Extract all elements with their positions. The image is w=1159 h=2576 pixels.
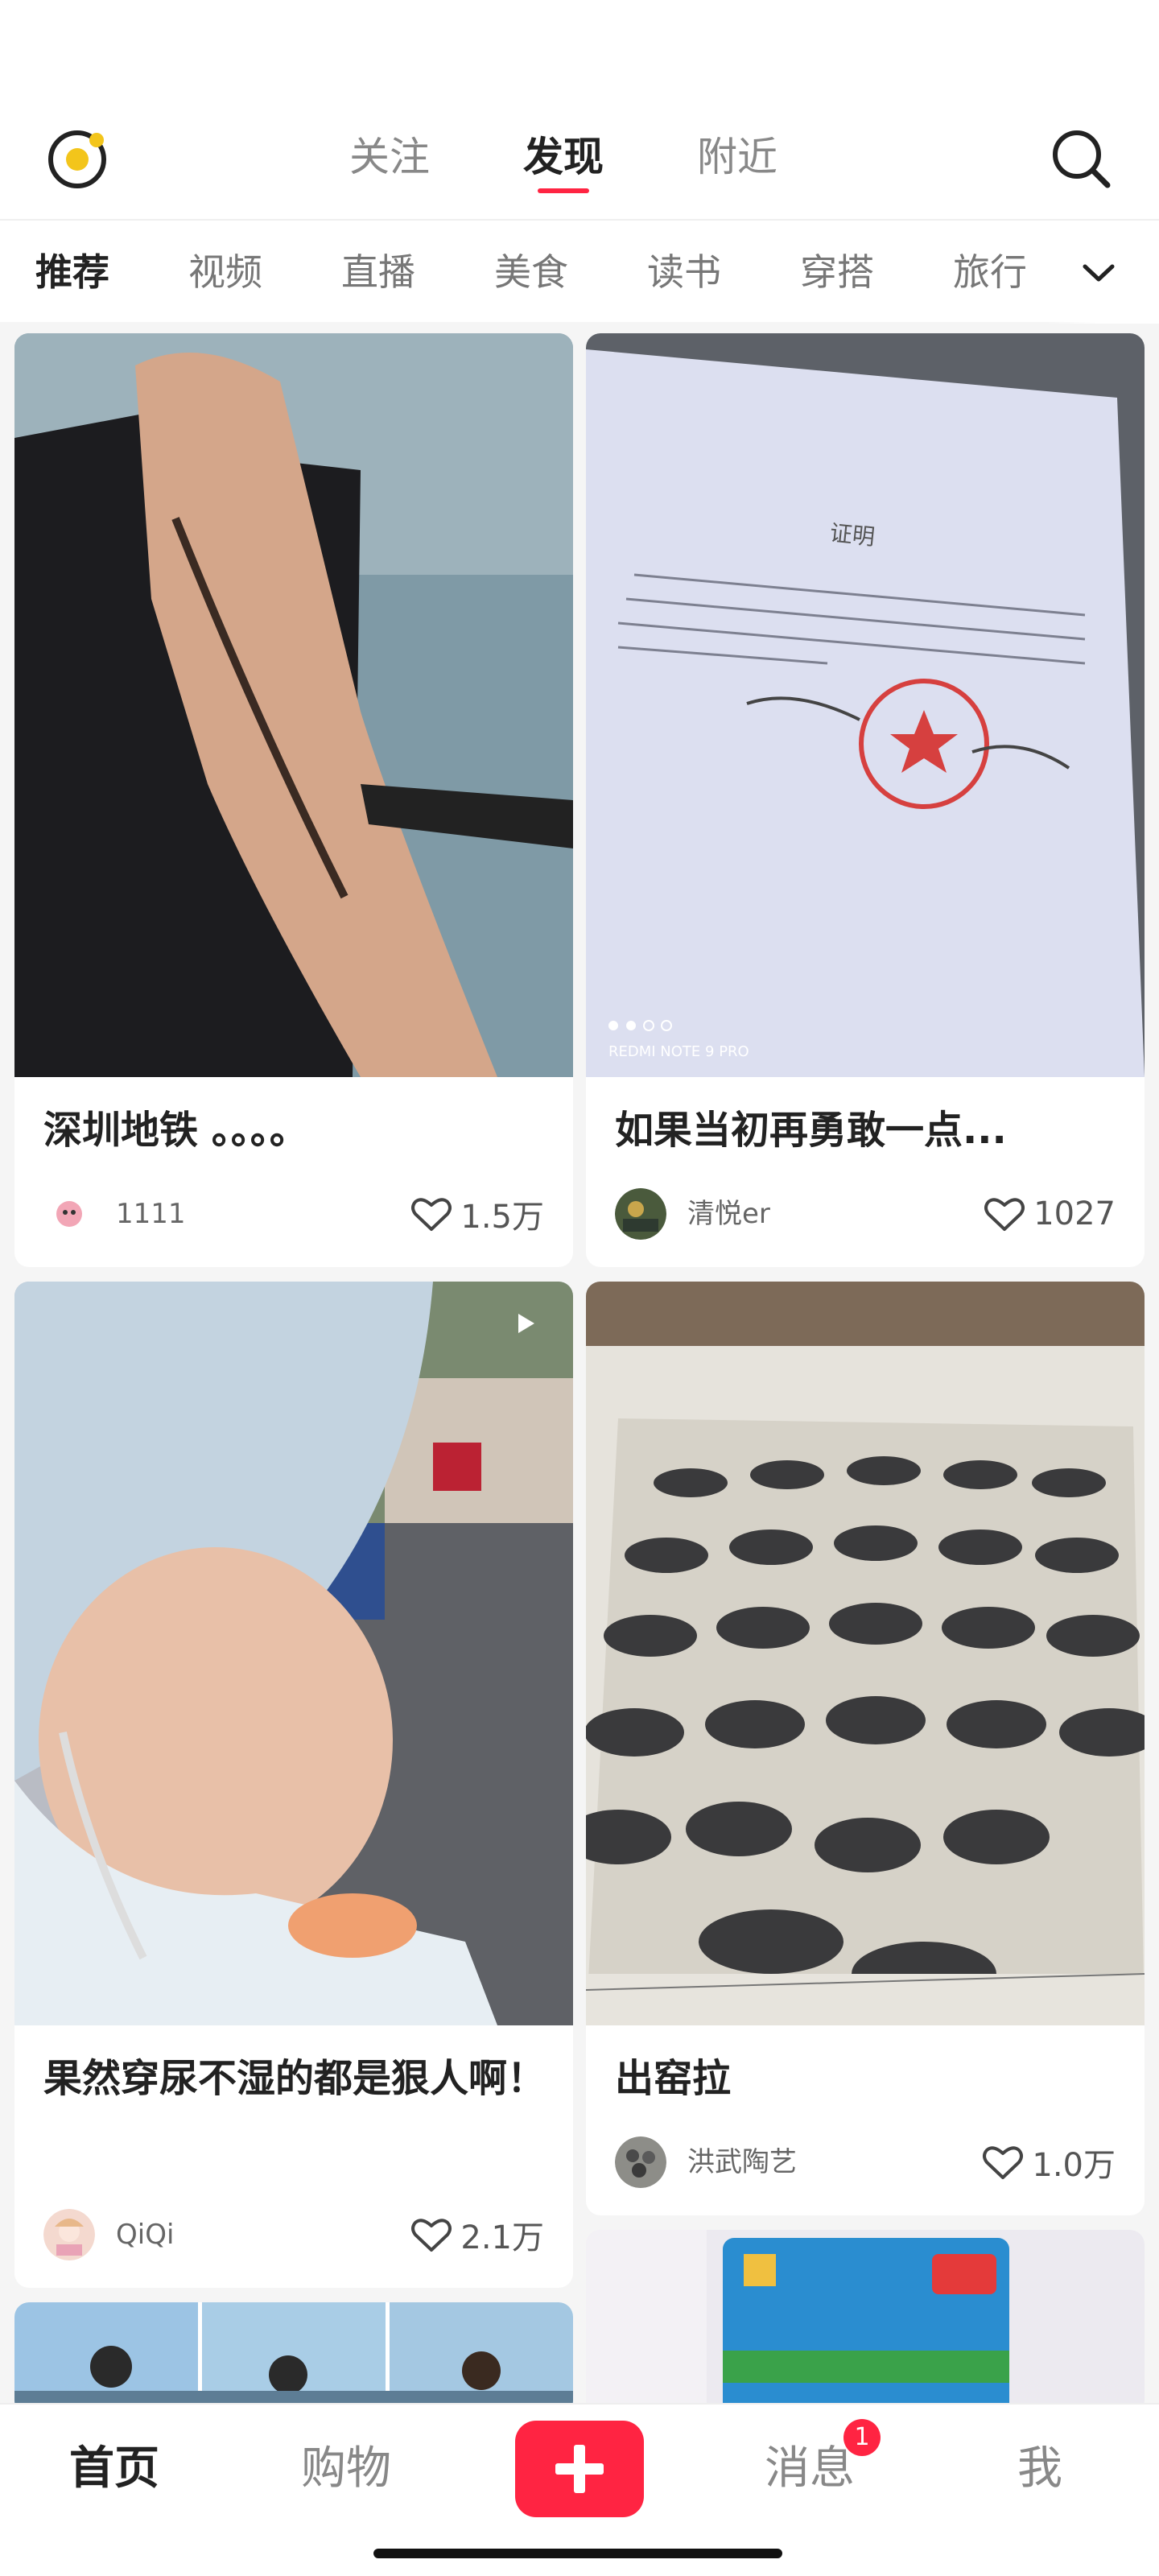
author-name[interactable]: QiQi xyxy=(116,2209,174,2260)
post-image xyxy=(14,2302,573,2415)
like-button[interactable]: 1027 xyxy=(982,1188,1116,1240)
post-meta: 1111 1.5万 xyxy=(43,1188,544,1240)
create-post-button[interactable] xyxy=(515,2421,644,2517)
tab-follow[interactable]: 关注 xyxy=(333,121,446,193)
like-count: 2.1万 xyxy=(460,2219,544,2256)
post-title: 深圳地铁 。。。。 xyxy=(43,1108,308,1153)
like-count: 1.5万 xyxy=(460,1199,544,1236)
nav-home[interactable]: 首页 xyxy=(34,2429,195,2509)
post-title: 果然穿尿不湿的都是狠人啊！ xyxy=(43,2056,547,2101)
post-meta: 洪武陶艺 1.0万 xyxy=(615,2136,1116,2188)
post-meta: 清悦er 1027 xyxy=(615,1188,1116,1240)
tab-discover[interactable]: 发现 xyxy=(507,121,620,193)
nav-me[interactable]: 我 xyxy=(959,2429,1120,2509)
top-tabs: 关注 发现 附近 xyxy=(0,121,1159,201)
author-name[interactable]: 1111 xyxy=(116,1188,186,1240)
tab-nearby[interactable]: 附近 xyxy=(681,121,794,193)
category-video[interactable]: 视频 xyxy=(188,221,262,324)
author-name[interactable]: 清悦er xyxy=(687,1188,770,1240)
like-count: 1.0万 xyxy=(1032,2147,1116,2184)
post-image xyxy=(14,333,573,1077)
category-food[interactable]: 美食 xyxy=(494,221,568,324)
post-title: 如果当初再勇敢一点... xyxy=(615,1108,1007,1153)
search-icon[interactable] xyxy=(1046,124,1114,192)
post-title: 出窑拉 xyxy=(615,2056,732,2101)
heart-icon xyxy=(984,1198,1025,1231)
category-outfit[interactable]: 穿搭 xyxy=(800,221,874,324)
avatar[interactable] xyxy=(615,2136,666,2188)
category-bar: 推荐 视频 直播 美食 读书 穿搭 旅行 xyxy=(0,219,1159,324)
feed-card[interactable]: 深圳地铁 。。。。 1111 1.5万 xyxy=(14,333,573,1267)
post-image xyxy=(14,1282,573,2025)
feed-card[interactable]: 果然穿尿不湿的都是狠人啊！ QiQi 2.1万 xyxy=(14,1282,573,2288)
feed-card[interactable]: 出窑拉 洪武陶艺 1.0万 xyxy=(586,1282,1145,2215)
app-screen: 关注 发现 附近 推荐 视频 直播 美食 读书 穿搭 旅行 深圳地铁 。。。。 … xyxy=(0,0,1159,2576)
category-reading[interactable]: 读书 xyxy=(647,221,721,324)
top-bar: 关注 发现 附近 xyxy=(0,0,1159,219)
image-watermark: REDMI NOTE 9 PRO xyxy=(608,1043,749,1060)
like-count: 1027 xyxy=(1033,1195,1116,1232)
nav-shopping[interactable]: 购物 xyxy=(266,2429,427,2509)
heart-icon xyxy=(983,2146,1024,2179)
author-name[interactable]: 洪武陶艺 xyxy=(687,2136,797,2188)
category-recommend[interactable]: 推荐 xyxy=(35,221,109,324)
feed-card[interactable] xyxy=(14,2302,573,2415)
avatar[interactable] xyxy=(615,1188,666,1240)
heart-icon xyxy=(411,1198,452,1231)
post-meta: QiQi 2.1万 xyxy=(43,2209,544,2260)
plus-icon xyxy=(555,2445,604,2493)
heart-icon xyxy=(411,2219,452,2252)
like-button[interactable]: 1.5万 xyxy=(409,1188,544,1240)
like-button[interactable]: 2.1万 xyxy=(409,2209,544,2260)
feed-card[interactable]: 证明 REDMI NOTE 9 PRO 如果当初再勇敢一点... 清悦er 10… xyxy=(586,333,1145,1267)
svg-text:证明: 证明 xyxy=(828,519,876,551)
active-tab-underline xyxy=(538,188,589,193)
avatar[interactable] xyxy=(43,1188,95,1240)
message-count-badge: 1 xyxy=(843,2419,881,2456)
post-image xyxy=(586,2230,1145,2415)
avatar[interactable] xyxy=(43,2209,95,2260)
category-live[interactable]: 直播 xyxy=(341,221,415,324)
like-button[interactable]: 1.0万 xyxy=(980,2136,1116,2188)
post-image xyxy=(586,1282,1145,2025)
post-image: 证明 REDMI NOTE 9 PRO xyxy=(586,333,1145,1077)
chevron-down-icon[interactable] xyxy=(1079,253,1119,293)
home-indicator xyxy=(373,2549,782,2558)
category-travel[interactable]: 旅行 xyxy=(953,221,1027,324)
feed-card[interactable] xyxy=(586,2230,1145,2415)
